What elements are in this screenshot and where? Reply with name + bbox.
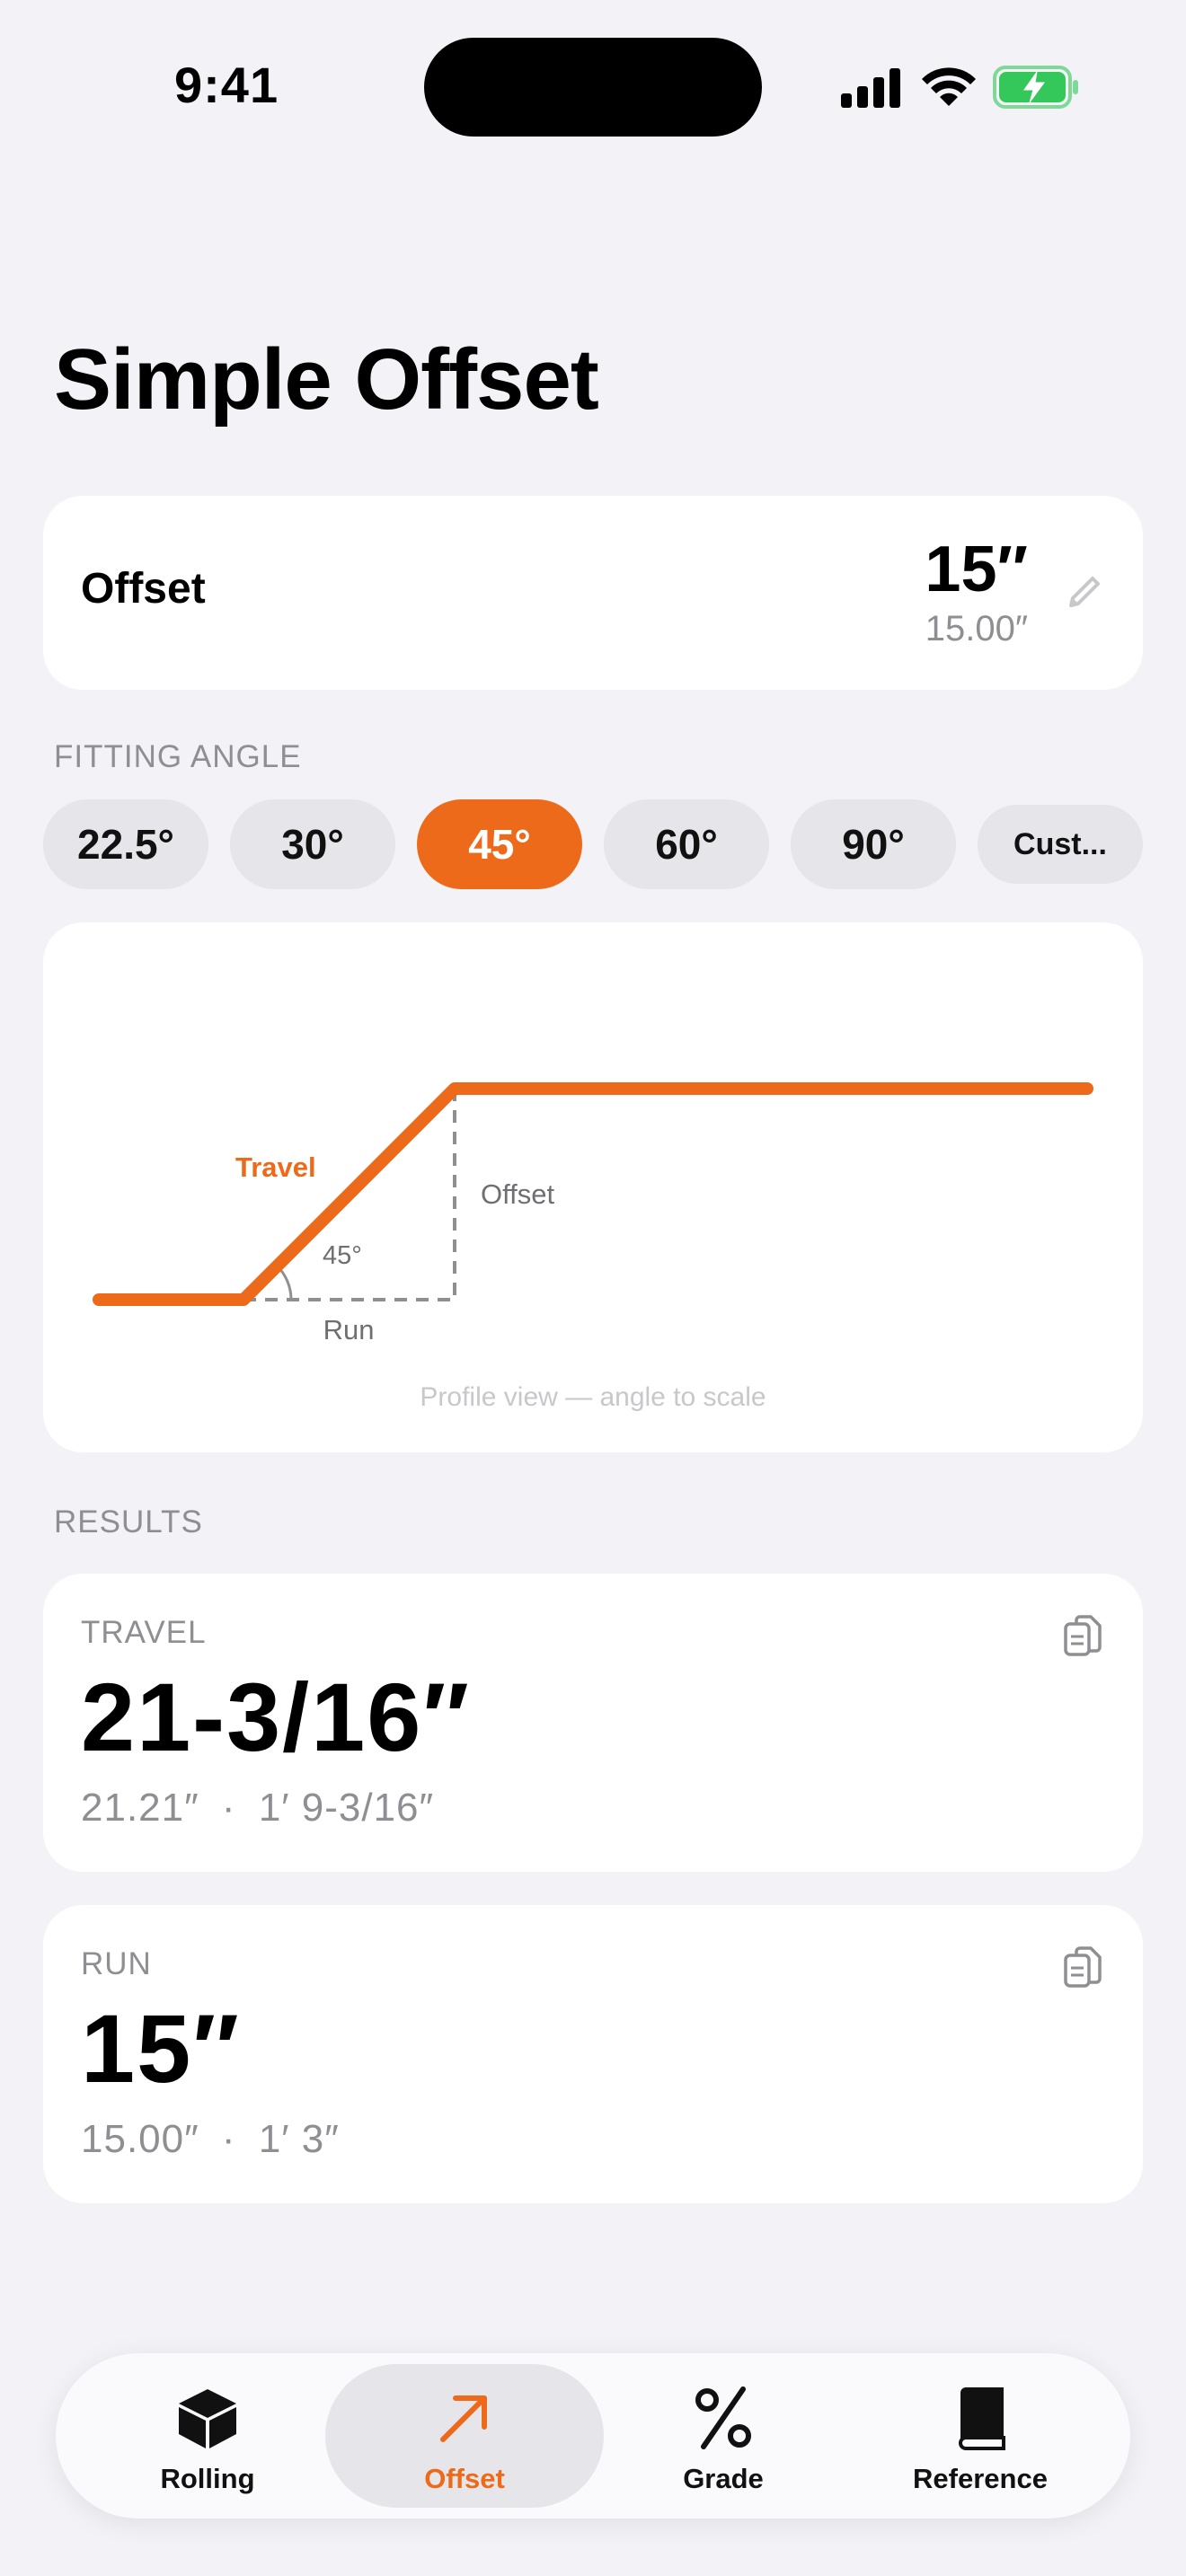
angle-chip-custom[interactable]: Cust... bbox=[978, 805, 1143, 884]
travel-diagram-label: Travel bbox=[235, 1151, 316, 1183]
travel-value: 21-3/16″ bbox=[81, 1663, 472, 1771]
tab-offset-label: Offset bbox=[424, 2463, 505, 2494]
angle-chip-22-5[interactable]: 22.5° bbox=[43, 799, 208, 889]
dynamic-island bbox=[424, 38, 762, 137]
offset-decimal-value: 15.00″ bbox=[925, 609, 1028, 648]
run-feet-inches: 1′ 3″ bbox=[258, 2117, 340, 2161]
book-icon bbox=[944, 2382, 1016, 2454]
run-result-card: RUN 15″ 15.00″ · 1′ 3″ bbox=[43, 1905, 1143, 2203]
tab-rolling[interactable]: Rolling bbox=[68, 2364, 347, 2508]
offset-diagram: Travel Offset 45° Run Profile view — ang… bbox=[93, 1082, 1093, 1412]
offset-input-card[interactable]: Offset 15″ 15.00″ bbox=[43, 496, 1143, 690]
tab-reference[interactable]: Reference bbox=[841, 2364, 1120, 2508]
fitting-angle-header: FITTING ANGLE bbox=[54, 739, 302, 774]
travel-decimal: 21.21″ bbox=[81, 1786, 199, 1830]
cube-icon bbox=[172, 2382, 243, 2454]
run-details: 15.00″ · 1′ 3″ bbox=[81, 2117, 340, 2162]
travel-feet-inches: 1′ 9-3/16″ bbox=[258, 1786, 435, 1830]
battery-charging-icon bbox=[993, 66, 1078, 109]
copy-icon[interactable] bbox=[1062, 1945, 1105, 1991]
page-title: Simple Offset bbox=[54, 331, 599, 428]
cellular-signal-icon bbox=[841, 68, 900, 108]
diagram-caption: Profile view — angle to scale bbox=[420, 1382, 766, 1412]
travel-details: 21.21″ · 1′ 9-3/16″ bbox=[81, 1786, 434, 1831]
tab-bar: Rolling Offset Grade Reference bbox=[56, 2353, 1130, 2519]
separator: · bbox=[221, 1786, 236, 1830]
offset-diagram-label: Offset bbox=[481, 1178, 555, 1210]
run-diagram-label: Run bbox=[323, 1314, 375, 1345]
tab-offset[interactable]: Offset bbox=[325, 2364, 604, 2508]
percent-icon bbox=[687, 2382, 759, 2454]
travel-label: TRAVEL bbox=[81, 1615, 207, 1650]
offset-diagram-card: Travel Offset 45° Run Profile view — ang… bbox=[43, 922, 1143, 1452]
pipe-path bbox=[93, 1082, 1093, 1306]
wifi-icon bbox=[922, 67, 976, 106]
travel-result-card: TRAVEL 21-3/16″ 21.21″ · 1′ 9-3/16″ bbox=[43, 1574, 1143, 1872]
angle-chip-60[interactable]: 60° bbox=[604, 799, 769, 889]
tab-rolling-label: Rolling bbox=[160, 2463, 255, 2494]
angle-chip-90[interactable]: 90° bbox=[791, 799, 956, 889]
tab-reference-label: Reference bbox=[913, 2463, 1048, 2494]
copy-icon[interactable] bbox=[1062, 1613, 1105, 1660]
tab-grade[interactable]: Grade bbox=[584, 2364, 863, 2508]
offset-label: Offset bbox=[81, 565, 206, 613]
results-header: RESULTS bbox=[54, 1504, 203, 1539]
arrow-up-right-icon bbox=[429, 2382, 500, 2454]
angle-chip-30[interactable]: 30° bbox=[230, 799, 395, 889]
angle-diagram-label: 45° bbox=[323, 1241, 362, 1270]
run-value: 15″ bbox=[81, 1994, 241, 2103]
tab-grade-label: Grade bbox=[683, 2463, 764, 2494]
offset-value: 15″ bbox=[925, 534, 1028, 605]
separator: · bbox=[221, 2117, 236, 2161]
pencil-icon[interactable] bbox=[1062, 569, 1107, 614]
status-time: 9:41 bbox=[174, 57, 279, 113]
angle-chip-45[interactable]: 45° bbox=[417, 799, 582, 889]
run-label: RUN bbox=[81, 1946, 152, 1981]
run-decimal: 15.00″ bbox=[81, 2117, 199, 2161]
